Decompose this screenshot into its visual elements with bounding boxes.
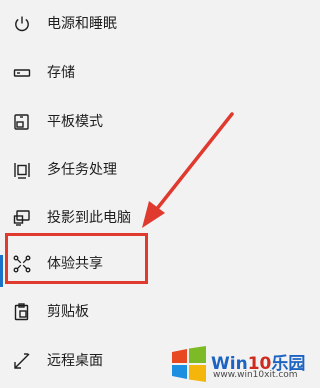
sidebar-item-tablet-mode[interactable]: 平板模式 [0, 106, 312, 138]
power-icon [12, 14, 32, 34]
project-to-pc-icon [12, 208, 32, 228]
storage-icon [12, 63, 32, 83]
annotation-highlight-box [5, 233, 148, 284]
sidebar-item-label: 平板模式 [47, 114, 103, 130]
sidebar-item-label: 电源和睡眠 [47, 16, 117, 32]
tablet-mode-icon [12, 112, 32, 132]
settings-page: 电源和睡眠 存储 平板模式 多任务处理 投影到此电脑 体验共享 剪贴板 远程桌面… [0, 0, 312, 388]
windows-logo-icon [172, 346, 206, 382]
sidebar-item-label: 远程桌面 [47, 353, 103, 369]
sidebar-item-storage[interactable]: 存储 [0, 57, 312, 89]
sidebar-item-label: 投影到此电脑 [47, 210, 131, 226]
sidebar-item-power-sleep[interactable]: 电源和睡眠 [0, 8, 312, 40]
multitasking-icon [12, 160, 32, 180]
sidebar-item-label: 多任务处理 [47, 162, 117, 178]
sidebar-item-multitasking[interactable]: 多任务处理 [0, 154, 312, 186]
sidebar-item-clipboard[interactable]: 剪贴板 [0, 296, 312, 328]
watermark-logo: Win10乐园 www.win10xit.com [170, 346, 310, 386]
remote-desktop-icon [12, 351, 32, 371]
sidebar-item-label: 存储 [47, 65, 75, 81]
sidebar-item-project-to-pc[interactable]: 投影到此电脑 [0, 202, 312, 234]
watermark-url: www.win10xit.com [213, 370, 298, 380]
sidebar-item-label: 剪贴板 [47, 304, 89, 320]
clipboard-icon [12, 302, 32, 322]
